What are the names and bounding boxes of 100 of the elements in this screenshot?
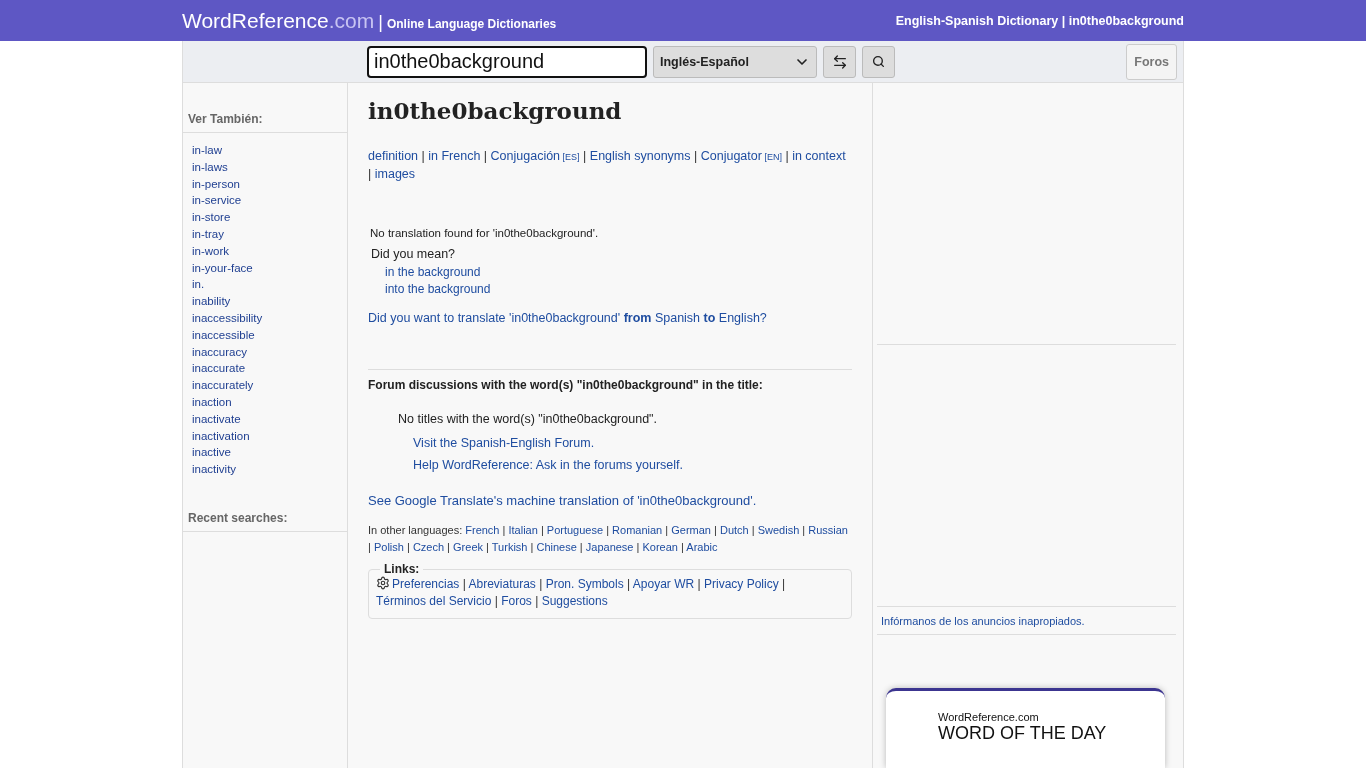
separator: | [378, 11, 383, 33]
separator: | [626, 577, 632, 591]
google-translate-link[interactable]: See Google Translate's machine translation of 'in0the0background'. [368, 493, 757, 508]
link[interactable]: Apoyar WR [632, 577, 695, 591]
link[interactable]: Dutch [719, 524, 749, 536]
search-icon [872, 55, 885, 68]
link[interactable]: English synonyms [589, 149, 691, 163]
related-word-link[interactable]: in. [192, 276, 338, 294]
link[interactable]: Portuguese [546, 524, 604, 536]
wotd-site: WordReference.com [938, 711, 1039, 723]
separator: | [493, 594, 499, 608]
related-word-link[interactable]: inactive [192, 444, 338, 462]
language-select[interactable]: Inglés-Español [653, 45, 817, 78]
link[interactable]: Japanese [585, 541, 634, 553]
suggestion-link[interactable]: into the background [385, 281, 852, 298]
separator: | [501, 524, 507, 536]
separator: | [368, 167, 373, 181]
link[interactable]: Foros [501, 594, 532, 608]
link[interactable]: Romanian [612, 524, 663, 536]
link[interactable]: Korean [642, 541, 678, 553]
message: No translation found for 'in0the0background'. [370, 227, 600, 239]
link[interactable]: in context [792, 149, 846, 163]
separator: | [461, 577, 467, 591]
separator: | [485, 541, 490, 553]
separator: | [696, 577, 702, 591]
related-word-link[interactable]: inactivate [192, 410, 338, 428]
separator: | [750, 524, 756, 536]
message: Did you mean? [371, 247, 457, 261]
separator: | [781, 577, 786, 591]
tagline: Online Language Dictionaries [386, 16, 557, 31]
link[interactable]: definition [368, 149, 419, 163]
link[interactable]: Suggestions [541, 594, 608, 608]
settings-icon[interactable] [376, 576, 390, 590]
link[interactable]: French [465, 524, 500, 536]
separator: | [538, 577, 544, 591]
related-word-link[interactable]: in-your-face [192, 259, 338, 277]
separator: | [582, 149, 588, 163]
swap-arrows-icon [831, 53, 848, 70]
related-word-link[interactable]: inaccessible [192, 326, 338, 344]
related-word-link[interactable]: inaccurately [192, 377, 338, 394]
link[interactable]: Chinese [536, 541, 577, 553]
link[interactable]: Polish [373, 541, 404, 553]
separator: | [534, 594, 540, 608]
languages-label: In other languages: [368, 524, 464, 536]
reverse-translation-link[interactable]: Did you want to translate 'in0the0background' from Spanish to English? [368, 311, 767, 325]
related-word-link[interactable]: in-laws [192, 158, 338, 176]
related-word-link[interactable]: in-service [192, 192, 338, 210]
link[interactable]: in French [428, 149, 481, 163]
separator: | [482, 149, 489, 163]
links-heading: Links: [383, 562, 421, 576]
link[interactable]: images [374, 167, 416, 181]
link[interactable]: German [671, 524, 711, 536]
related-word-link[interactable]: in-work [192, 242, 338, 260]
search-button[interactable] [862, 45, 895, 78]
related-word-link[interactable]: inactivity [192, 461, 338, 478]
separator: | [693, 149, 699, 163]
forums-button[interactable]: Foros [1126, 43, 1177, 80]
link[interactable]: Russian [808, 524, 848, 536]
suggestion-link[interactable]: in the background [385, 264, 852, 281]
logo[interactable]: WordReference [182, 8, 329, 33]
related-word-link[interactable]: inaccessibility [192, 309, 338, 327]
link[interactable]: Abreviaturas [468, 577, 536, 591]
link[interactable]: Privacy Policy [704, 577, 779, 591]
related-word-link[interactable]: inaccuracy [192, 343, 338, 361]
related-word-link[interactable]: in-law [192, 142, 338, 159]
wotd-title: WORD OF THE DAY [938, 723, 1107, 744]
separator: | [664, 524, 670, 536]
separator: | [529, 541, 535, 553]
forum-link[interactable]: Help WordReference: Ask in the forums yourself. [413, 458, 684, 472]
search-field[interactable]: in0the0background [367, 45, 647, 78]
swap-button[interactable] [823, 45, 856, 78]
separator: | [420, 149, 426, 163]
related-word-link[interactable]: inaction [192, 393, 338, 411]
link[interactable]: Turkish [491, 541, 528, 553]
separator: | [680, 541, 685, 553]
link[interactable]: Arabic [686, 541, 718, 553]
link[interactable]: Swedish [757, 524, 800, 536]
link[interactable]: Conjugator [EN] [700, 149, 782, 163]
forum-heading: Forum discussions with the word(s) "in0the0background" in the title: [368, 369, 852, 392]
page-title: English-Spanish Dictionary | in0the0background [895, 13, 1184, 28]
separator: | [605, 524, 610, 536]
forum-link[interactable]: Visit the Spanish-English Forum. [413, 436, 595, 450]
link[interactable]: Preferencias [392, 577, 460, 591]
related-word-link[interactable]: in-store [192, 209, 338, 226]
link[interactable]: Czech [412, 541, 445, 553]
related-word-link[interactable]: inaccurate [192, 360, 338, 378]
separator: | [539, 524, 545, 536]
link[interactable]: Pron. Symbols [545, 577, 624, 591]
related-word-link[interactable]: in-tray [192, 226, 338, 243]
related-word-link[interactable]: inactivation [192, 427, 338, 445]
related-word-link[interactable]: in-person [192, 175, 338, 193]
report-ads-link[interactable]: Infórmanos de los anuncios inapropiados. [877, 606, 1176, 635]
separator: | [578, 541, 584, 553]
related-word-link[interactable]: inability [192, 293, 338, 310]
link[interactable]: Italian [508, 524, 538, 536]
link[interactable]: Términos del Servicio [376, 594, 492, 608]
link[interactable]: Greek [453, 541, 483, 553]
separator: | [635, 541, 641, 553]
separator: | [368, 541, 372, 553]
link[interactable]: Conjugación [ES] [490, 149, 580, 163]
